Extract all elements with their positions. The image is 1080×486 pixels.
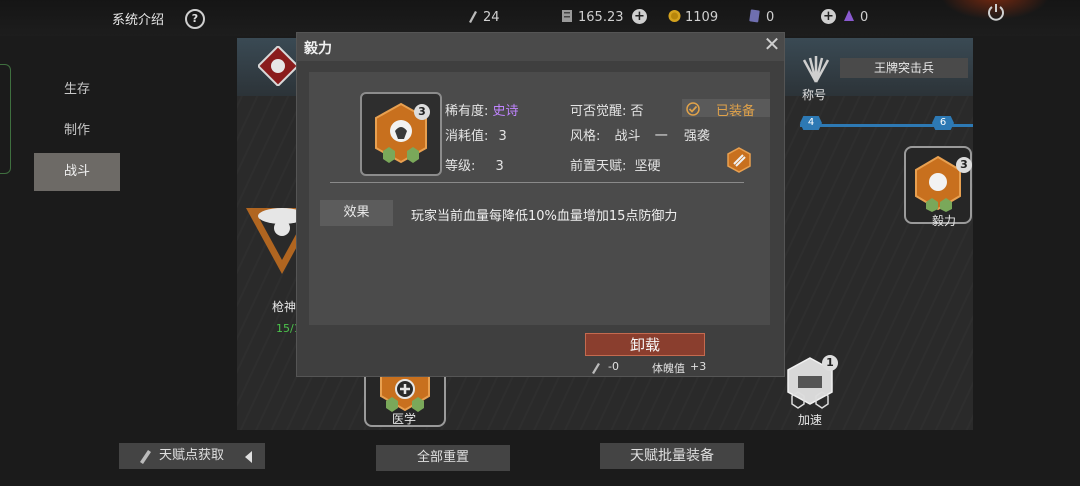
sidebar-item-combat[interactable]: 战斗 xyxy=(34,153,120,191)
unload-button[interactable]: 卸载 xyxy=(585,333,705,356)
node-label-speed: 加速 xyxy=(797,413,822,427)
check-icon xyxy=(686,101,700,116)
stamina-label: 体魄值 xyxy=(652,362,685,375)
node-label-perseverance: 毅力 xyxy=(931,214,956,228)
effect-tag: 效果 xyxy=(320,200,393,226)
caret-left-icon xyxy=(243,449,253,463)
rarity-label: 稀有度: xyxy=(445,104,489,119)
prereq-label: 前置天赋: xyxy=(570,159,627,174)
bullet-value: 24 xyxy=(483,10,500,25)
style-value-2: 强袭 xyxy=(683,129,710,144)
batch-equip-button[interactable]: 天赋批量装备 xyxy=(600,443,744,469)
level-badge: 6 xyxy=(932,116,954,130)
title-caption: 称号 xyxy=(802,88,827,102)
cash-value: 165.23 xyxy=(578,10,624,25)
card-value: 0 xyxy=(766,10,775,25)
cash-resource: 165.23 xyxy=(561,9,624,25)
talent-points-label: 天赋点获取 xyxy=(159,448,225,463)
dialog-header xyxy=(297,33,784,61)
bullet-icon xyxy=(466,9,478,23)
node-label-gun-god: 枪神 xyxy=(272,300,297,314)
style-value-1: 战斗 xyxy=(614,129,641,144)
sidebar-indicator xyxy=(0,64,11,174)
sidebar-item-crafting[interactable]: 制作 xyxy=(34,112,120,150)
prereq-value: 坚硬 xyxy=(634,159,661,174)
crystal-icon xyxy=(843,9,855,23)
cash-icon xyxy=(561,9,573,23)
help-icon[interactable]: ? xyxy=(185,9,205,29)
crystal-resource: 0 xyxy=(843,9,868,25)
node-level-badge: 3 xyxy=(956,157,972,173)
title-badge: 王牌突击兵 xyxy=(840,58,968,78)
card-icon xyxy=(749,9,761,23)
crystal-value: 0 xyxy=(860,10,869,25)
level-label: 等级: xyxy=(445,159,476,174)
card-resource: 0 xyxy=(749,9,774,25)
effect-description: 玩家当前血量每降低10%血量增加15点防御力 xyxy=(411,209,678,224)
system-intro-link[interactable]: 系统介绍 xyxy=(112,9,164,28)
awaken-row: 可否觉醒: 否 xyxy=(570,100,644,119)
reset-all-button[interactable]: 全部重置 xyxy=(376,445,510,471)
level-row: 等级: 3 xyxy=(445,155,504,174)
rarity-value: 史诗 xyxy=(492,104,519,119)
talent-icon-frame xyxy=(360,92,442,176)
bullet-resource: 24 xyxy=(466,9,500,25)
add-crystal-button[interactable]: + xyxy=(821,9,836,24)
bullet-icon xyxy=(137,448,153,464)
stamina-change: +3 xyxy=(690,360,707,373)
title-emblem-icon xyxy=(800,54,832,84)
awaken-label: 可否觉醒: xyxy=(570,104,627,119)
talent-level-badge: 3 xyxy=(414,104,430,120)
dialog-divider xyxy=(330,182,744,183)
equipped-label: 已装备 xyxy=(716,104,756,119)
prereq-row: 前置天赋: 坚硬 xyxy=(570,155,661,174)
close-icon[interactable]: ✕ xyxy=(762,34,782,54)
coin-icon xyxy=(668,9,681,23)
style-dash: 一 xyxy=(654,129,668,144)
coin-value: 1109 xyxy=(685,10,719,25)
cost-row: 消耗值: 3 xyxy=(445,125,507,144)
cost-label: 消耗值: xyxy=(445,129,489,144)
node-label-medicine: 医学 xyxy=(391,412,416,426)
awaken-value: 否 xyxy=(630,104,644,119)
level-value: 3 xyxy=(495,159,504,174)
power-icon[interactable] xyxy=(987,3,1005,21)
coin-resource: 1109 xyxy=(668,9,718,25)
style-row: 风格: 战斗 一 强袭 xyxy=(570,125,710,144)
style-label: 风格: xyxy=(570,129,601,144)
cost-value: 3 xyxy=(498,129,507,144)
bullet-cost-icon xyxy=(590,359,602,374)
level-badge: 4 xyxy=(800,116,822,130)
sidebar-item-survival[interactable]: 生存 xyxy=(34,71,120,109)
rarity-row: 稀有度: 史诗 xyxy=(445,100,519,119)
cost-change: -0 xyxy=(608,360,619,373)
node-level-badge: 1 xyxy=(822,355,838,371)
add-cash-button[interactable]: + xyxy=(632,9,647,24)
prereq-talent-icon[interactable] xyxy=(725,146,753,174)
class-emblem-icon xyxy=(256,44,300,88)
dialog-title: 毅力 xyxy=(304,41,332,57)
